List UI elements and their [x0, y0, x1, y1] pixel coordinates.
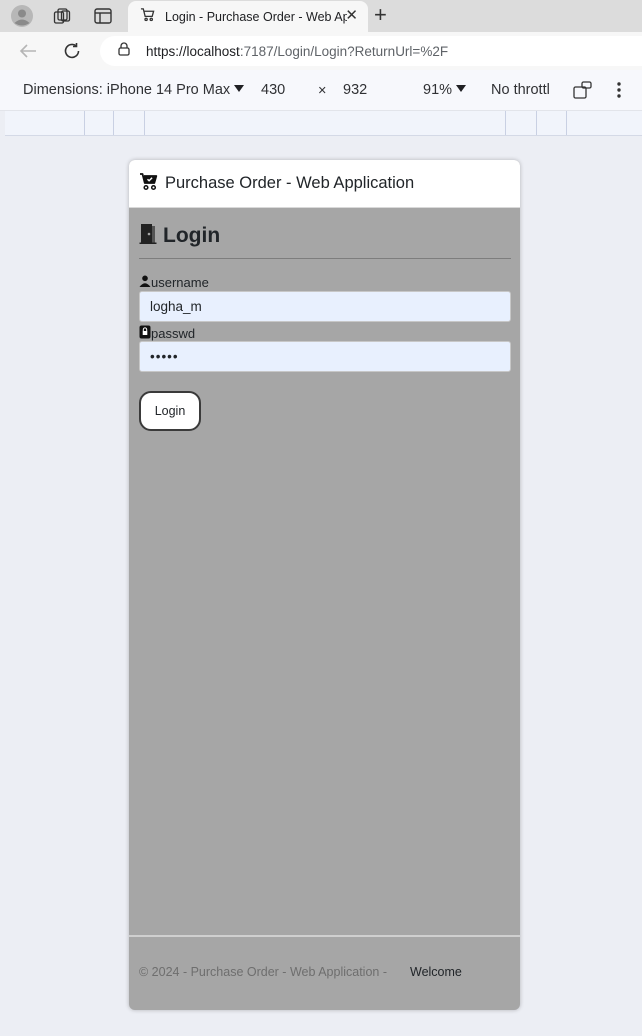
- browser-tab-strip: Login - Purchase Order - Web Application…: [0, 0, 642, 32]
- profile-avatar-icon[interactable]: [11, 5, 33, 27]
- new-tab-icon[interactable]: +: [374, 4, 387, 26]
- rotate-icon[interactable]: [573, 81, 593, 103]
- device-toolbar: Dimensions: iPhone 14 Pro Max 430 × 932 …: [0, 70, 642, 111]
- media-query-ruler: [5, 111, 642, 136]
- viewport-width-input[interactable]: 430: [261, 82, 285, 98]
- footer-welcome-link[interactable]: Welcome: [410, 965, 462, 979]
- ruler-mark[interactable]: [144, 111, 145, 135]
- cart-check-icon[interactable]: [139, 171, 159, 196]
- app-brand-title[interactable]: Purchase Order - Web Application: [165, 174, 414, 193]
- app-navbar: Purchase Order - Web Application: [129, 160, 520, 208]
- cart-favicon-icon: [140, 7, 155, 27]
- login-heading: Login: [139, 222, 220, 249]
- ruler-mark[interactable]: [113, 111, 114, 135]
- url-host: https://localhost: [146, 43, 240, 59]
- footer-divider: [129, 935, 520, 937]
- divider: [139, 258, 511, 259]
- username-label: username: [139, 275, 209, 290]
- password-label: passwd: [139, 325, 195, 342]
- zoom-select[interactable]: 91%: [423, 82, 467, 98]
- password-input[interactable]: [139, 341, 511, 372]
- ruler-mark[interactable]: [566, 111, 567, 135]
- url-path: :7187/Login/Login?ReturnUrl=%2F: [239, 43, 449, 59]
- tab-close-icon[interactable]: ✕: [345, 8, 358, 24]
- more-options-icon[interactable]: [616, 81, 622, 103]
- dropdown-arrow-icon: [456, 85, 467, 92]
- back-arrow-icon[interactable]: [16, 39, 40, 63]
- lock-icon[interactable]: [118, 41, 130, 61]
- refresh-icon[interactable]: [60, 39, 84, 63]
- dimension-separator: ×: [318, 83, 327, 99]
- device-viewport: Purchase Order - Web Application Login u…: [129, 160, 520, 1010]
- active-tab[interactable]: Login - Purchase Order - Web Application…: [128, 1, 368, 32]
- viewport-height-input[interactable]: 932: [343, 82, 367, 98]
- ruler-mark[interactable]: [84, 111, 85, 135]
- tab-title: Login - Purchase Order - Web Application: [165, 9, 347, 24]
- footer-copyright: © 2024 - Purchase Order - Web Applicatio…: [139, 965, 387, 979]
- password-label-text: passwd: [151, 326, 196, 341]
- username-label-text: username: [151, 275, 209, 290]
- vertical-tabs-icon[interactable]: [92, 5, 114, 27]
- lock-icon: [139, 325, 151, 342]
- ruler-mark[interactable]: [536, 111, 537, 135]
- dropdown-arrow-icon: [234, 85, 245, 92]
- username-input[interactable]: [139, 291, 511, 322]
- device-select[interactable]: Dimensions: iPhone 14 Pro Max: [23, 82, 245, 98]
- workspaces-icon[interactable]: [51, 5, 73, 27]
- login-title: Login: [163, 223, 221, 247]
- ruler-mark[interactable]: [505, 111, 506, 135]
- address-bar-row: https://localhost:7187/Login/Login?Retur…: [0, 32, 642, 70]
- door-icon: [139, 222, 157, 249]
- url-field[interactable]: https://localhost:7187/Login/Login?Retur…: [100, 36, 642, 66]
- zoom-value: 91%: [423, 82, 453, 98]
- login-button[interactable]: Login: [139, 391, 201, 431]
- url-text: https://localhost:7187/Login/Login?Retur…: [146, 44, 448, 59]
- throttle-select[interactable]: No throttl: [491, 82, 550, 98]
- person-icon: [139, 275, 151, 290]
- device-select-label: Dimensions: iPhone 14 Pro Max: [23, 82, 231, 98]
